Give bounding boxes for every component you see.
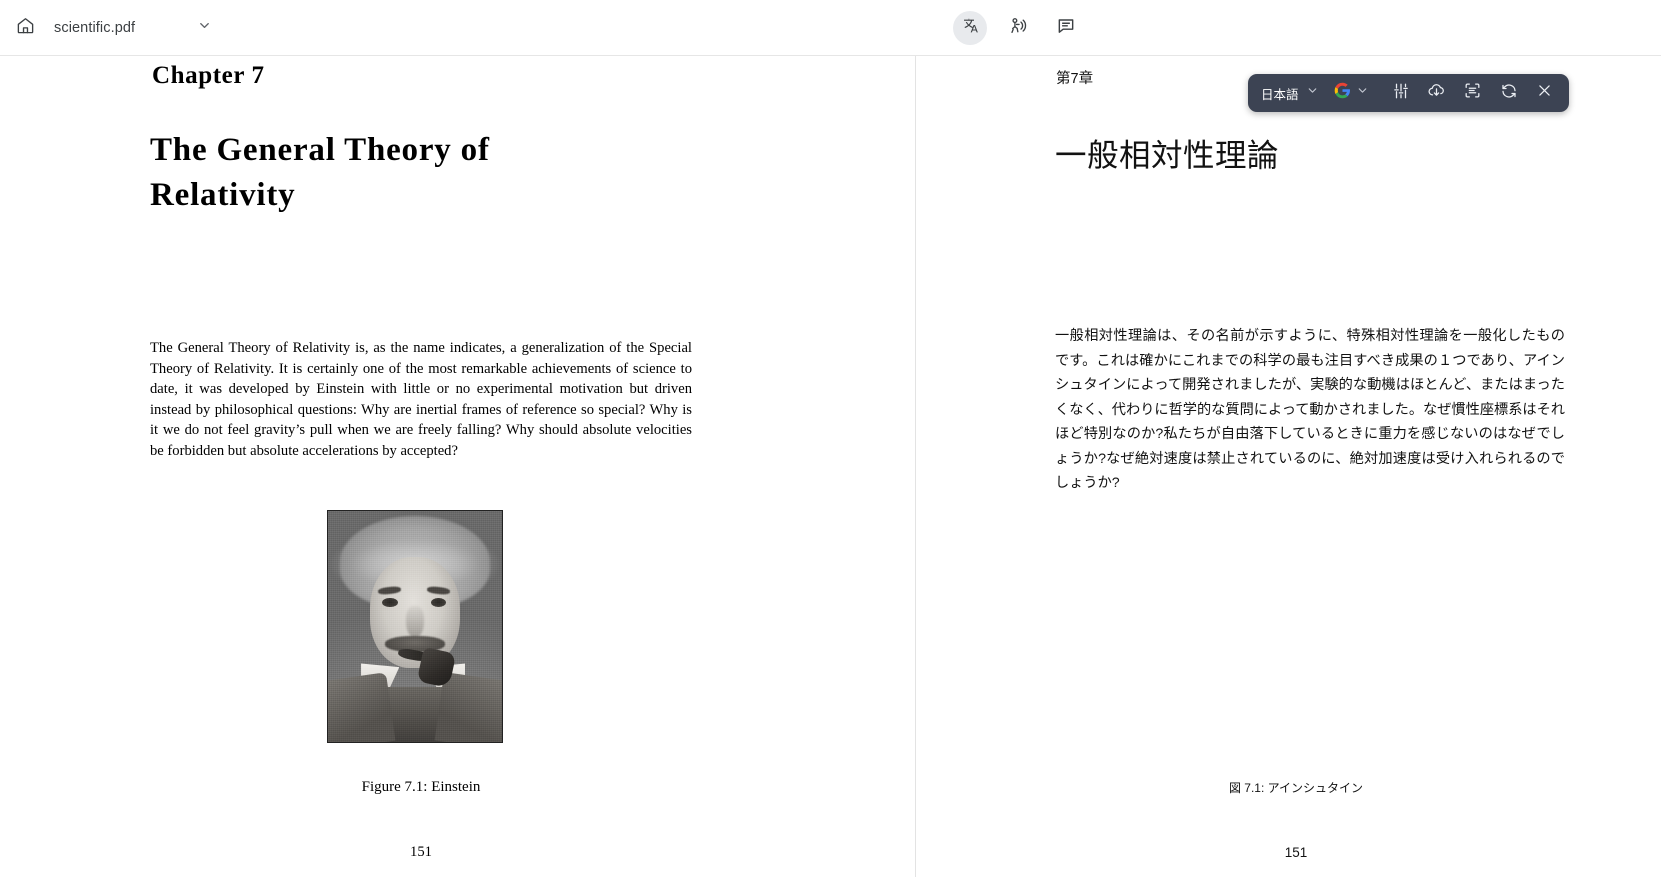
app-toolbar: scientific.pdf bbox=[0, 0, 1661, 56]
figure-caption-translated: 図 7.1: アインシュタイン bbox=[1228, 781, 1364, 795]
page-number: 151 bbox=[410, 844, 432, 860]
translation-provider-button[interactable] bbox=[1333, 82, 1352, 104]
document-title-dropdown-button[interactable] bbox=[193, 17, 215, 39]
chevron-down-icon bbox=[197, 18, 212, 38]
sliders-icon bbox=[1392, 82, 1410, 105]
translated-page: 第7章 一般相対性理論 一般相対性理論は、その名前が示すように、特殊相対性理論を… bbox=[916, 56, 1661, 877]
home-icon bbox=[16, 16, 35, 40]
google-logo-icon bbox=[1334, 82, 1351, 104]
chevron-down-icon bbox=[1356, 84, 1369, 102]
chapter-label: Chapter 7 bbox=[152, 62, 265, 89]
scan-text-icon bbox=[1463, 81, 1482, 105]
target-language-dropdown-button[interactable] bbox=[1304, 85, 1321, 102]
read-aloud-button[interactable] bbox=[1001, 11, 1035, 45]
refresh-icon bbox=[1500, 82, 1518, 105]
home-button[interactable] bbox=[8, 11, 42, 45]
original-page: Chapter 7 The General Theory of Relativi… bbox=[0, 56, 915, 877]
comment-icon bbox=[1056, 16, 1076, 41]
einstein-portrait-photo bbox=[327, 510, 503, 743]
cloud-download-icon bbox=[1427, 81, 1446, 105]
settings-sliders-button[interactable] bbox=[1388, 80, 1414, 106]
target-language-selector[interactable]: 日本語 bbox=[1259, 84, 1302, 103]
document-title: scientific.pdf bbox=[54, 19, 136, 36]
translate-button[interactable] bbox=[953, 11, 987, 45]
close-button[interactable] bbox=[1532, 80, 1558, 106]
read-aloud-icon bbox=[1008, 16, 1028, 41]
body-paragraph-translated: 一般相対性理論は、その名前が示すように、特殊相対性理論を一般化したものです。これ… bbox=[1055, 328, 1565, 491]
translation-provider-dropdown-button[interactable] bbox=[1354, 85, 1371, 102]
chapter-label-translated: 第7章 bbox=[1056, 71, 1094, 87]
figure-caption: Figure 7.1: Einstein bbox=[361, 779, 481, 795]
translate-icon bbox=[960, 15, 981, 41]
pdf-viewer-pages: Chapter 7 The General Theory of Relativi… bbox=[0, 56, 1661, 877]
close-icon bbox=[1536, 82, 1553, 104]
comment-button[interactable] bbox=[1049, 11, 1083, 45]
layout-scan-button[interactable] bbox=[1460, 80, 1486, 106]
download-button[interactable] bbox=[1424, 80, 1450, 106]
page-title-translated: 一般相対性理論 bbox=[1055, 137, 1280, 173]
appbar-action-group bbox=[953, 11, 1083, 45]
body-paragraph: The General Theory of Relativity is, as … bbox=[150, 340, 692, 459]
translate-toolbar: 日本語 bbox=[1248, 74, 1569, 112]
refresh-button[interactable] bbox=[1496, 80, 1522, 106]
page-number-translated: 151 bbox=[1284, 845, 1308, 860]
chevron-down-icon bbox=[1306, 84, 1319, 102]
page-title: The General Theory of Relativity bbox=[150, 132, 490, 213]
